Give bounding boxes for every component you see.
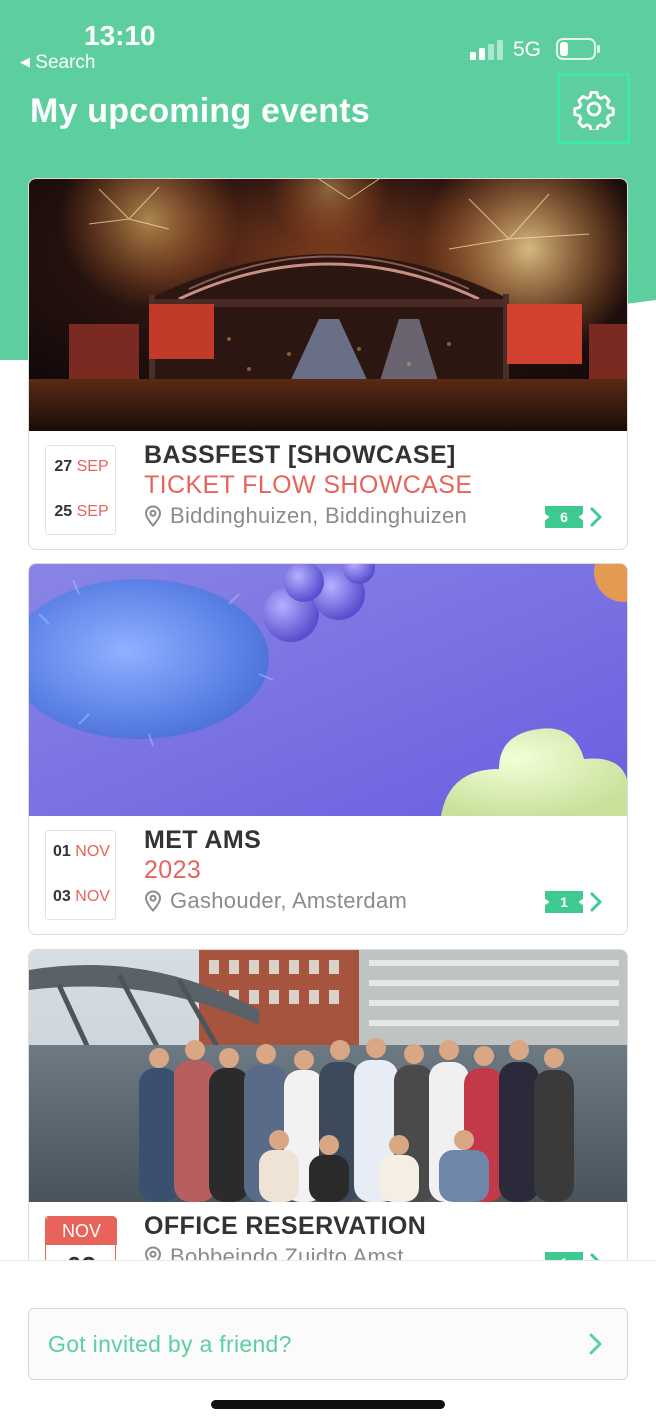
- end-day: 03: [53, 888, 71, 905]
- back-to-search-link[interactable]: ◀ Search: [20, 52, 95, 74]
- settings-button[interactable]: [557, 73, 630, 144]
- back-search-label: Search: [35, 52, 96, 73]
- location-pin-icon: [144, 505, 162, 527]
- start-month: NOV: [46, 1217, 117, 1245]
- ticket-icon: 1: [545, 891, 583, 913]
- event-card[interactable]: 27 SEP 25 SEP BASSFEST [SHOWCASE] TICKET…: [28, 178, 628, 550]
- end-date: 25 SEP: [46, 503, 117, 521]
- event-image-festival: [29, 179, 627, 431]
- location-pin-icon: [144, 890, 162, 912]
- ticket-count-badge[interactable]: 6: [545, 506, 603, 528]
- event-details: 01 NOV 03 NOV MET AMS 2023 Gashouder, Am…: [29, 816, 627, 934]
- chevron-right-icon: [590, 1253, 600, 1260]
- date-range: 27 SEP 25 SEP: [45, 445, 116, 535]
- network-label: 5G: [513, 38, 542, 61]
- date-range: NOV 02: [45, 1216, 117, 1260]
- end-month: SEP: [76, 503, 109, 520]
- event-details: NOV 02 OFFICE RESERVATION Bobbeindo Zuid…: [29, 1202, 627, 1260]
- event-name: MET AMS: [144, 826, 262, 854]
- start-day: 27: [54, 458, 73, 475]
- event-subtitle: TICKET FLOW SHOWCASE: [144, 471, 473, 499]
- event-name: BASSFEST [SHOWCASE]: [144, 441, 456, 469]
- start-month: NOV: [75, 843, 110, 860]
- start-month: SEP: [76, 458, 109, 475]
- event-name: OFFICE RESERVATION: [144, 1212, 427, 1240]
- chevron-right-icon: [590, 892, 602, 912]
- back-triangle-icon: ◀: [20, 54, 30, 69]
- chevron-right-icon: [590, 507, 602, 527]
- end-day: 25: [54, 503, 73, 520]
- signal-icon: [470, 40, 503, 60]
- ticket-count-badge[interactable]: 1: [545, 891, 603, 913]
- start-date: 27 SEP: [46, 458, 117, 476]
- end-date: 03 NOV: [46, 888, 117, 906]
- start-day: 01: [53, 843, 71, 860]
- event-location-text: Bobbeindo Zuidto Amst: [170, 1244, 404, 1260]
- ticket-icon: 6: [545, 506, 583, 528]
- event-image-team-photo: [29, 950, 627, 1202]
- invited-by-friend-button[interactable]: Got invited by a friend?: [28, 1308, 628, 1380]
- events-list[interactable]: 27 SEP 25 SEP BASSFEST [SHOWCASE] TICKET…: [28, 178, 628, 1260]
- event-image-abstract: [29, 564, 627, 816]
- ticket-count-badge[interactable]: 1: [545, 1252, 603, 1260]
- event-location: Biddinghuizen, Biddinghuizen: [144, 503, 467, 529]
- event-location: Bobbeindo Zuidto Amst: [144, 1244, 404, 1260]
- event-subtitle: 2023: [144, 856, 202, 884]
- event-card[interactable]: NOV 02 OFFICE RESERVATION Bobbeindo Zuid…: [28, 949, 628, 1260]
- end-month: NOV: [75, 888, 110, 905]
- start-day: 02: [46, 1251, 117, 1260]
- start-date: 01 NOV: [46, 843, 117, 861]
- event-location-text: Gashouder, Amsterdam: [170, 888, 408, 913]
- home-indicator[interactable]: [211, 1400, 445, 1409]
- status-bar: 13:10 ◀ Search 5G: [0, 0, 656, 80]
- battery-icon: [556, 38, 600, 60]
- gear-icon: [572, 90, 615, 130]
- status-time: 13:10: [84, 20, 156, 51]
- event-card[interactable]: 01 NOV 03 NOV MET AMS 2023 Gashouder, Am…: [28, 563, 628, 935]
- location-pin-icon: [144, 1246, 162, 1260]
- ticket-icon: 1: [545, 1252, 583, 1260]
- chevron-right-icon: [589, 1333, 602, 1355]
- invite-label: Got invited by a friend?: [48, 1331, 292, 1357]
- event-location-text: Biddinghuizen, Biddinghuizen: [170, 503, 468, 528]
- footer-divider: [0, 1260, 656, 1261]
- event-location: Gashouder, Amsterdam: [144, 888, 407, 914]
- date-range: 01 NOV 03 NOV: [45, 830, 116, 920]
- event-details: 27 SEP 25 SEP BASSFEST [SHOWCASE] TICKET…: [29, 431, 627, 549]
- page-title: My upcoming events: [30, 92, 370, 130]
